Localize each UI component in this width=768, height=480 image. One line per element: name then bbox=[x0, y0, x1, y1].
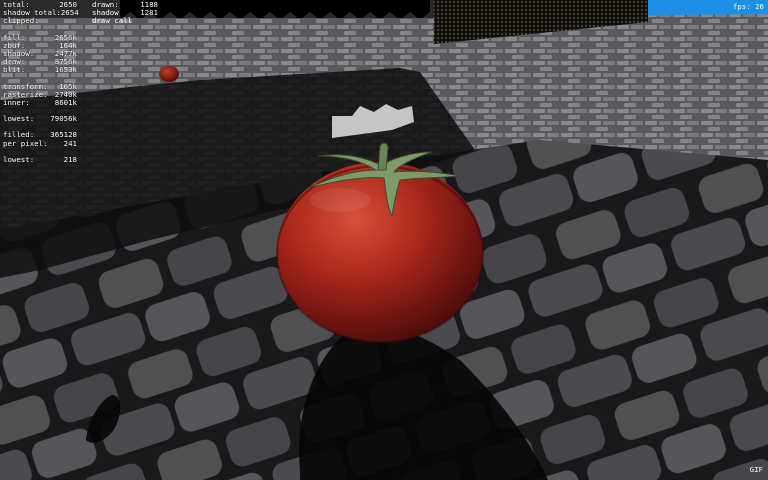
stat-label: clipped: bbox=[3, 16, 39, 26]
stat-value: 1281 bbox=[140, 8, 158, 18]
scene-render bbox=[0, 0, 768, 480]
stat-value: 8601k bbox=[54, 98, 77, 108]
stat-label: inner: bbox=[3, 98, 30, 108]
stat-value: 1653k bbox=[54, 65, 77, 75]
stat-row: per pixel: 241 bbox=[3, 138, 77, 148]
stat-value: 218 bbox=[63, 154, 77, 164]
stat-row: inner: 8601k bbox=[3, 98, 77, 108]
fps-counter: fps: 26 bbox=[732, 2, 764, 11]
game-viewport[interactable]: total: 2650 shadow total: 2654 clipped: fill:… bbox=[0, 0, 768, 480]
stat-row: blit: 1653k bbox=[3, 66, 77, 74]
gif-indicator: GIF bbox=[749, 465, 763, 474]
stat-label: blit: bbox=[3, 65, 26, 75]
stat-value: 79056k bbox=[50, 114, 77, 124]
stat-value: 2654 bbox=[60, 8, 79, 18]
debug-stats-panel: total: 2650 shadow total: 2654 clipped: fill:… bbox=[3, 0, 79, 164]
distant-tomato[interactable] bbox=[159, 66, 179, 82]
tomato[interactable] bbox=[276, 162, 484, 343]
debug-stats-panel-secondary: drawn: 1188 shadow 1281 draw call bbox=[92, 0, 158, 26]
stat-row: lowest: 218 bbox=[3, 154, 77, 164]
stat-label: draw call bbox=[92, 16, 133, 26]
stat-row: draw call bbox=[92, 17, 158, 25]
stat-row: clipped: bbox=[3, 17, 77, 25]
stat-row: lowest: 79056k bbox=[3, 115, 77, 123]
stat-label: per pixel: bbox=[3, 138, 48, 148]
stat-label: lowest: bbox=[3, 114, 35, 124]
stat-label: lowest: bbox=[3, 154, 35, 164]
stat-value: 241 bbox=[63, 138, 77, 148]
